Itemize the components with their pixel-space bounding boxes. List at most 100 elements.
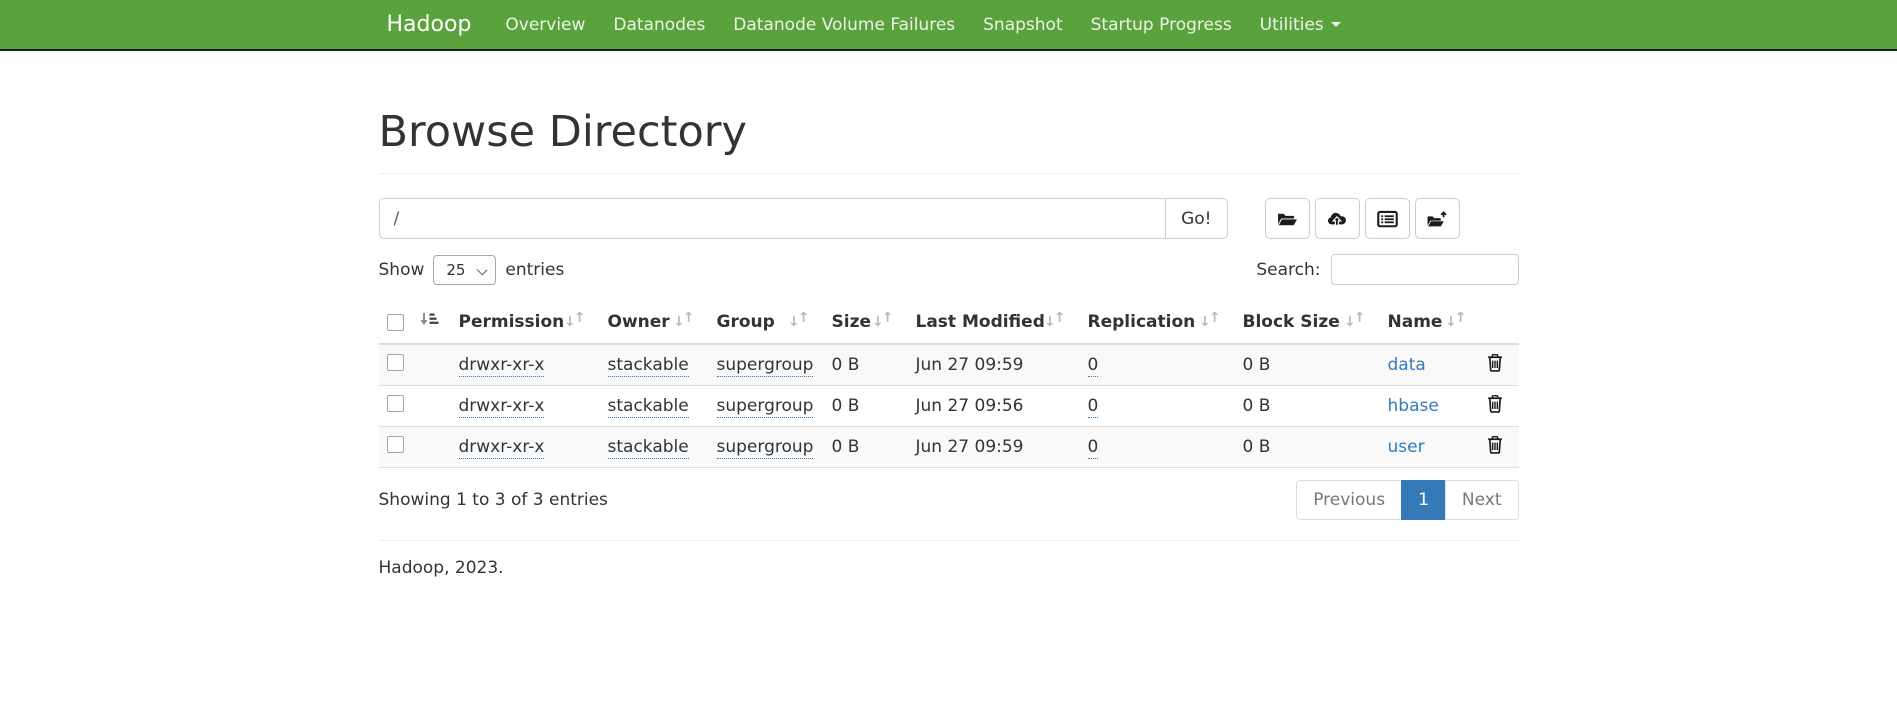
pagination-next[interactable]: Next [1445,480,1519,520]
nav-item-datanodes[interactable]: Datanodes [599,0,719,49]
nav-item-overview[interactable]: Overview [491,0,599,49]
table-header-row: Permission ↓↑ Owner ↓↑ Group ↓↑ Size ↓↑ … [379,302,1519,344]
brand-link[interactable]: Hadoop [379,12,480,37]
table-row: drwxr-xr-x stackable supergroup 0 B Jun … [379,344,1519,386]
nav-item-startup-progress[interactable]: Startup Progress [1077,0,1246,49]
sort-icon[interactable]: ↓↑ [872,312,891,328]
sort-icon[interactable]: ↓↑ [788,312,807,328]
nav-item-datanode-volume-failures[interactable]: Datanode Volume Failures [719,0,969,49]
pagination: Previous 1 Next [1296,480,1518,520]
page-title: Browse Directory [379,107,1519,157]
trash-icon [1487,442,1503,457]
folder-transfer-icon [1426,210,1448,228]
sort-icon[interactable]: ↓↑ [1044,312,1063,328]
table-footer: Showing 1 to 3 of 3 entries Previous 1 N… [379,480,1519,520]
replication-cell[interactable]: 0 [1088,396,1099,418]
folder-transfer-button[interactable] [1415,198,1460,239]
search-input[interactable] [1331,254,1519,285]
page-length-value: 25 [446,261,465,279]
search-control: Search: [1256,254,1518,285]
directory-link[interactable]: data [1388,355,1426,375]
path-bar: Go! [379,198,1519,239]
pagination-previous[interactable]: Previous [1296,480,1402,520]
block-size-cell: 0 B [1243,355,1271,375]
nav-item-snapshot[interactable]: Snapshot [969,0,1076,49]
replication-cell[interactable]: 0 [1088,437,1099,459]
group-cell[interactable]: supergroup [717,396,814,418]
footer-text: Hadoop, 2023. [379,558,1519,578]
size-cell: 0 B [832,396,860,416]
folder-open-icon [1276,210,1298,228]
table-row: drwxr-xr-x stackable supergroup 0 B Jun … [379,386,1519,427]
nav-item-utilities[interactable]: Utilities [1246,0,1355,49]
top-navbar: Hadoop Overview Datanodes Datanode Volum… [0,0,1897,51]
directory-link[interactable]: hbase [1388,396,1439,416]
sort-icon[interactable]: ↓↑ [1445,312,1464,328]
replication-cell[interactable]: 0 [1088,355,1099,377]
page-length-select[interactable]: 25 [433,255,496,285]
column-header-name[interactable]: Name ↓↑ [1380,302,1481,344]
trash-icon [1487,401,1503,416]
footer-divider [379,540,1519,541]
delete-button[interactable] [1487,353,1503,375]
block-size-cell: 0 B [1243,437,1271,457]
select-all-checkbox[interactable] [387,314,404,331]
path-input[interactable] [379,198,1167,239]
size-cell: 0 B [832,437,860,457]
sort-icon[interactable]: ↓↑ [1344,312,1363,328]
page-length-control: Show 25 entries [379,255,565,285]
list-alt-icon [1377,210,1398,228]
block-size-cell: 0 B [1243,396,1271,416]
select-all-header[interactable] [379,302,451,344]
table-info: Showing 1 to 3 of 3 entries [379,490,608,510]
entries-label: entries [505,260,564,280]
column-header-permission[interactable]: Permission ↓↑ [451,302,600,344]
permission-cell[interactable]: drwxr-xr-x [459,355,545,377]
list-alt-button[interactable] [1365,198,1410,239]
delete-button[interactable] [1487,435,1503,457]
last-modified-cell: Jun 27 09:59 [916,437,1024,457]
sort-icon[interactable]: ↓↑ [564,312,583,328]
utilities-label: Utilities [1260,15,1324,35]
trash-icon [1487,360,1503,375]
pagination-page-1[interactable]: 1 [1401,480,1446,520]
upload-files-button[interactable] [1315,198,1360,239]
cloud-upload-icon [1326,210,1348,228]
table-row: drwxr-xr-x stackable supergroup 0 B Jun … [379,427,1519,468]
group-cell[interactable]: supergroup [717,437,814,459]
sort-icon[interactable]: ↓↑ [673,312,692,328]
create-directory-button[interactable] [1265,198,1310,239]
chevron-down-icon [1331,22,1341,27]
size-cell: 0 B [832,355,860,375]
owner-cell[interactable]: stackable [608,437,689,459]
column-header-size[interactable]: Size ↓↑ [824,302,908,344]
column-header-group[interactable]: Group ↓↑ [709,302,824,344]
chevron-down-icon [477,264,488,275]
row-checkbox[interactable] [387,395,404,412]
go-button[interactable]: Go! [1166,198,1227,239]
sort-icon[interactable]: ↓↑ [1199,312,1218,328]
directory-table: Permission ↓↑ Owner ↓↑ Group ↓↑ Size ↓↑ … [379,302,1519,468]
directory-link[interactable]: user [1388,437,1425,457]
owner-cell[interactable]: stackable [608,396,689,418]
sort-by-attributes-icon[interactable] [419,311,439,333]
owner-cell[interactable]: stackable [608,355,689,377]
search-label: Search: [1256,260,1320,280]
column-header-replication[interactable]: Replication ↓↑ [1080,302,1235,344]
row-checkbox[interactable] [387,436,404,453]
file-action-buttons [1265,198,1460,239]
column-header-owner[interactable]: Owner ↓↑ [600,302,709,344]
show-label: Show [379,260,425,280]
permission-cell[interactable]: drwxr-xr-x [459,396,545,418]
column-header-last-modified[interactable]: Last Modified ↓↑ [908,302,1080,344]
row-checkbox[interactable] [387,354,404,371]
nav-menu: Overview Datanodes Datanode Volume Failu… [491,0,1354,49]
group-cell[interactable]: supergroup [717,355,814,377]
table-controls: Show 25 entries Search: [379,254,1519,285]
delete-button[interactable] [1487,394,1503,416]
last-modified-cell: Jun 27 09:59 [916,355,1024,375]
path-input-group: Go! [379,198,1228,239]
page-header: Browse Directory [379,107,1519,174]
permission-cell[interactable]: drwxr-xr-x [459,437,545,459]
column-header-block-size[interactable]: Block Size ↓↑ [1235,302,1380,344]
